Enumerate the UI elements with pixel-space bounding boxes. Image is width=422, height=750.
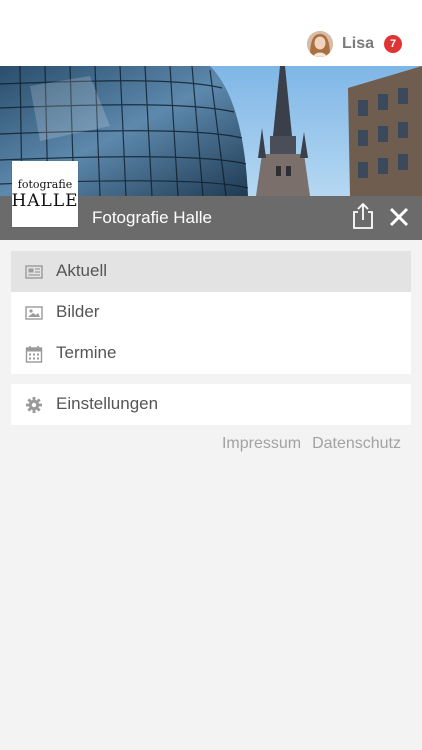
menu-item-label: Termine [56, 343, 117, 362]
menu-item-einstellungen[interactable]: Einstellungen [11, 384, 411, 425]
menu-item-label: Aktuell [56, 261, 108, 280]
logo-text-line1: fotografie [17, 177, 73, 191]
share-icon [353, 202, 373, 229]
app-logo: fotografie HALLE [11, 161, 79, 227]
close-button[interactable] [386, 204, 412, 230]
impressum-link[interactable]: Impressum [222, 435, 301, 453]
user-name[interactable]: Lisa [342, 35, 374, 53]
datenschutz-link[interactable]: Datenschutz [312, 435, 401, 453]
close-icon [389, 207, 409, 227]
menu-item-label: Einstellungen [56, 394, 159, 413]
gear-icon [26, 397, 42, 413]
menu-item-termine[interactable]: Termine [11, 333, 411, 374]
calendar-icon [25, 346, 43, 363]
footer-links: Impressum Datenschutz [222, 435, 401, 453]
image-icon [25, 306, 43, 320]
notification-badge[interactable]: 7 [384, 35, 402, 53]
newspaper-icon [25, 265, 43, 279]
avatar[interactable] [306, 31, 333, 57]
menu-item-label: Bilder [56, 302, 100, 321]
share-button[interactable] [350, 202, 376, 230]
user-menu[interactable]: Lisa 7 [306, 30, 402, 58]
menu-item-aktuell[interactable]: Aktuell [11, 251, 411, 292]
settings-menu: Einstellungen [11, 384, 411, 425]
page-title: Fotografie Halle [92, 208, 213, 227]
main-menu: Aktuell Bilder Termine [11, 251, 411, 374]
logo-text-line2: HALLE [11, 190, 79, 211]
top-bar: Lisa 7 [0, 0, 422, 66]
menu-item-bilder[interactable]: Bilder [11, 292, 411, 333]
